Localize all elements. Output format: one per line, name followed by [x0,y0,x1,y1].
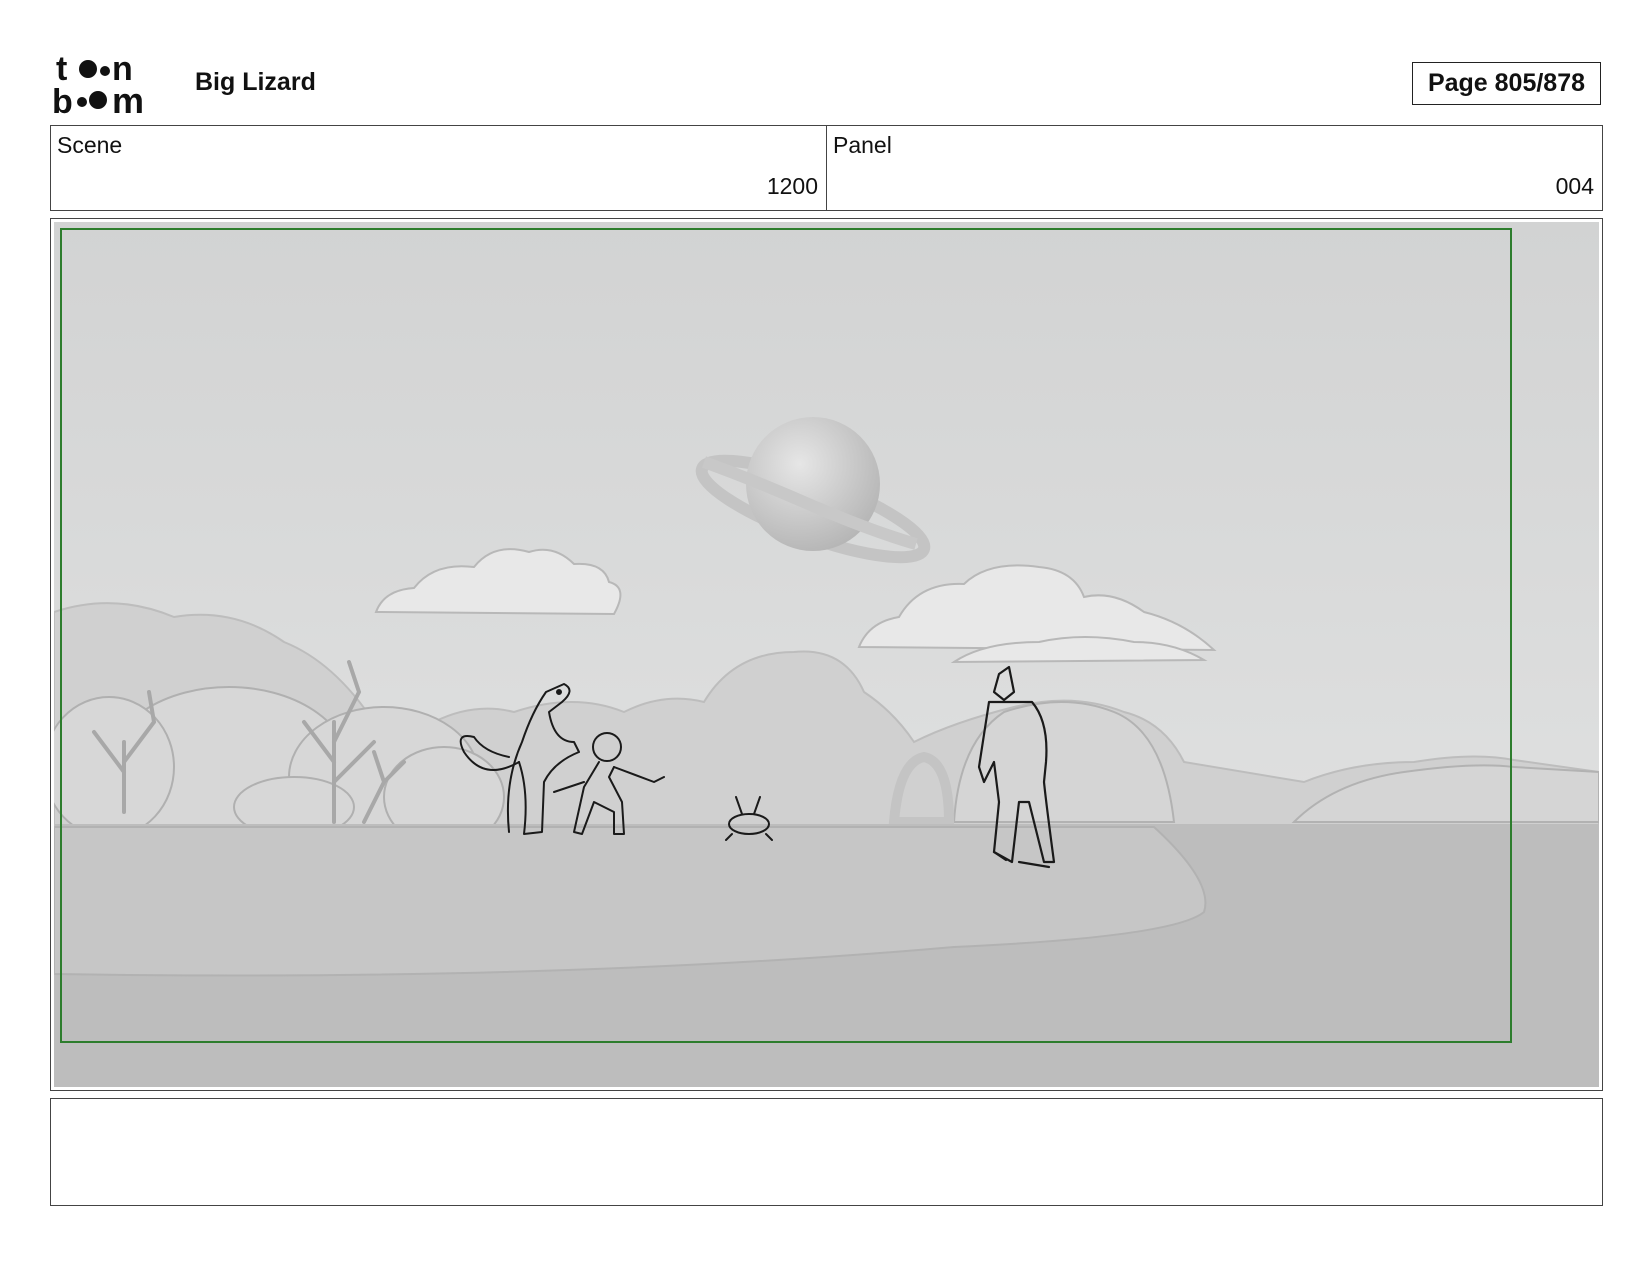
svg-text:m: m [112,80,144,116]
panel-number: 004 [1555,173,1594,199]
scene-panel-info: Scene 1200 Panel 004 [50,125,1603,211]
page-indicator: Page 805/878 [1412,62,1601,105]
scene-cell: Scene 1200 [51,126,826,210]
panel-label: Panel [833,132,892,158]
scene-label: Scene [57,132,123,158]
storyboard-artwork [54,222,1599,1087]
storyboard-panel-frame [50,218,1603,1091]
svg-text:b: b [52,83,73,116]
scene-number: 1200 [766,173,818,199]
panel-cell: Panel 004 [826,126,1602,210]
project-title: Big Lizard [195,68,316,96]
toon-boom-logo: t n b m [52,52,144,116]
notes-box [50,1098,1603,1206]
